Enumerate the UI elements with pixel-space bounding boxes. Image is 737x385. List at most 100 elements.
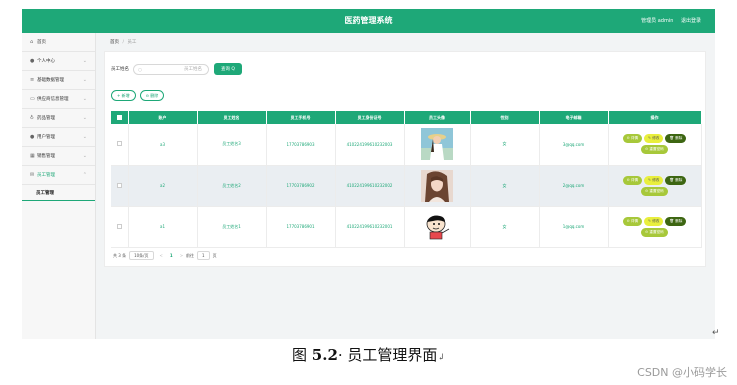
edit-button[interactable]: ✎ 修改 [644,216,664,226]
row-actions: ⊙ 详情 ✎ 修改 🗑 删除 ⊙ 重置密码 [609,216,701,237]
search-label: 员工姓名 [111,67,129,72]
cell-ops: ⊙ 详情 ✎ 修改 🗑 删除 ⊙ 重置密码 [608,124,702,166]
row-select-cell[interactable] [111,206,129,248]
sidebar-item-label: 首页 [37,40,46,45]
sidebar-subitem-staff[interactable]: 员工管理 [22,185,95,201]
card-icon: ▭ [30,96,35,102]
top-right-menu: 管理员 admin 退出登录 [635,17,701,24]
table-row: a3 员工姓名3 17703786903 410224199610232003 [111,124,702,166]
sidebar-item-label: 药品管理 [37,116,55,121]
sidebar-item-label: 供应商信息管理 [37,97,69,102]
cell-avatar [404,206,471,248]
cell-email: 3@qq.com [539,124,609,166]
row-checkbox[interactable] [116,141,122,147]
sidebar-item-label: 员工管理 [37,173,55,178]
row-actions: ⊙ 详情 ✎ 修改 🗑 删除 ⊙ 重置密码 [609,134,701,155]
delete-button[interactable]: 🗑 删除 [665,134,687,144]
user-icon: ● [30,134,35,140]
cell-id-card: 410224199610232003 [335,124,405,166]
cell-avatar [404,124,471,166]
top-bar: 医药管理系统 管理员 admin 退出登录 [22,9,715,33]
sidebar-item-base-data[interactable]: ≡ 基础数据管理 ⌄ [22,71,95,90]
sidebar-item-label: 用户管理 [37,135,55,140]
current-page[interactable]: 1 [170,253,173,258]
cell-email: 1@qq.com [539,206,609,248]
cell-name: 员工姓名2 [197,165,267,207]
reset-password-button[interactable]: ⊙ 重置密码 [641,186,668,196]
page-size-select[interactable]: 10条/页 [129,251,154,260]
search-input[interactable]: ○ 员工姓名 [133,63,209,75]
col-email: 电子邮箱 [539,111,609,124]
sidebar-item-label: 销售管理 [37,154,55,159]
cell-id-card: 410224199610232002 [335,165,405,207]
figure-caption: 图 5.2· 员工管理界面↲ [0,344,737,365]
pill-icon: ♁ [30,115,34,121]
row-select-cell[interactable] [111,165,129,207]
col-id-card: 员工身份证号 [335,111,405,124]
sidebar-item-profile[interactable]: ● 个人中心 ⌄ [22,52,95,71]
edit-button[interactable]: ✎ 修改 [644,175,664,185]
row-select-cell[interactable] [111,124,129,166]
watermark: CSDN @小码学长 [637,366,727,379]
chevron-down-icon: ⌄ [82,58,87,64]
girl-portrait-photo [421,169,453,202]
detail-button[interactable]: ⊙ 详情 [622,216,643,226]
sidebar: ⌂ 首页 ● 个人中心 ⌄ ≡ 基础数据管理 ⌄ ▭ 供应商信息管理 ⌄ ♁ 药… [22,33,96,339]
detail-button[interactable]: ⊙ 详情 [622,175,643,185]
row-checkbox[interactable] [116,182,122,188]
next-page-button[interactable]: > [180,253,183,258]
reset-password-button[interactable]: ⊙ 重置密码 [641,145,668,155]
staff-table: 账户 员工姓名 员工手机号 员工身份证号 员工头像 性别 电子邮箱 操作 a3 … [111,111,702,248]
sidebar-item-sales[interactable]: ▦ 销售管理 ⌄ [22,147,95,166]
sidebar-item-home[interactable]: ⌂ 首页 [22,33,95,52]
sidebar-item-supplier[interactable]: ▭ 供应商信息管理 ⌄ [22,90,95,109]
sidebar-item-drugs[interactable]: ♁ 药品管理 ⌄ [22,109,95,128]
cell-phone: 17703786902 [266,165,336,207]
col-name: 员工姓名 [197,111,267,124]
table-row: a2 员工姓名2 17703786902 410224199610232002 [111,165,702,207]
select-all-checkbox[interactable] [116,114,122,120]
row-actions: ⊙ 详情 ✎ 修改 🗑 删除 ⊙ 重置密码 [609,175,701,196]
sidebar-item-staff[interactable]: ✉ 员工管理 ⌃ [22,166,95,185]
cell-ops: ⊙ 详情 ✎ 修改 🗑 删除 ⊙ 重置密码 [608,206,702,248]
app-title: 医药管理系统 [344,16,393,25]
edit-button[interactable]: ✎ 修改 [644,134,664,144]
home-icon: ⌂ [30,39,34,45]
cell-name: 员工姓名1 [197,206,267,248]
row-checkbox[interactable] [116,223,122,229]
user-icon: ● [30,58,35,64]
action-row: + 新增 ⊖ 删除 [111,90,168,101]
search-button[interactable]: 查询 Q [214,63,242,75]
cell-account: a2 [128,165,198,207]
col-account: 账户 [128,111,198,124]
list-icon: ≡ [30,77,35,83]
col-phone: 员工手机号 [266,111,336,124]
cell-phone: 17703786903 [266,124,336,166]
cell-gender: 女 [470,206,540,248]
select-all-header[interactable] [111,111,129,124]
logout-link[interactable]: 退出登录 [681,18,701,24]
detail-button[interactable]: ⊙ 详情 [622,134,643,144]
cell-email: 2@qq.com [539,165,609,207]
cell-phone: 17703786901 [266,206,336,248]
prev-page-button[interactable]: < [160,253,163,258]
delete-button[interactable]: 🗑 删除 [665,216,687,226]
col-gender: 性别 [470,111,540,124]
caption-text: · 员工管理界面 [337,346,438,364]
add-button[interactable]: + 新增 [111,90,136,101]
sidebar-item-users[interactable]: ● 用户管理 ⌄ [22,128,95,147]
caption-mark: ↲ [437,353,445,363]
current-user[interactable]: 管理员 admin [641,18,673,24]
goto-label: 前往 [186,252,195,258]
cell-gender: 女 [470,165,540,207]
chevron-down-icon: ⌄ [82,77,87,83]
sidebar-item-label: 个人中心 [37,59,55,64]
breadcrumb-home[interactable]: 首页 [110,40,119,45]
bulk-delete-button[interactable]: ⊖ 删除 [139,90,165,101]
content-panel: 员工姓名 ○ 员工姓名 查询 Q + 新增 ⊖ 删除 账户 员工姓名 员工手机号 [104,51,706,267]
reset-password-button[interactable]: ⊙ 重置密码 [641,227,668,237]
goto-page-input[interactable]: 1 [197,251,210,260]
delete-button[interactable]: 🗑 删除 [665,175,687,185]
cell-name: 员工姓名3 [197,124,267,166]
breadcrumb-current: 员工 [127,40,137,45]
